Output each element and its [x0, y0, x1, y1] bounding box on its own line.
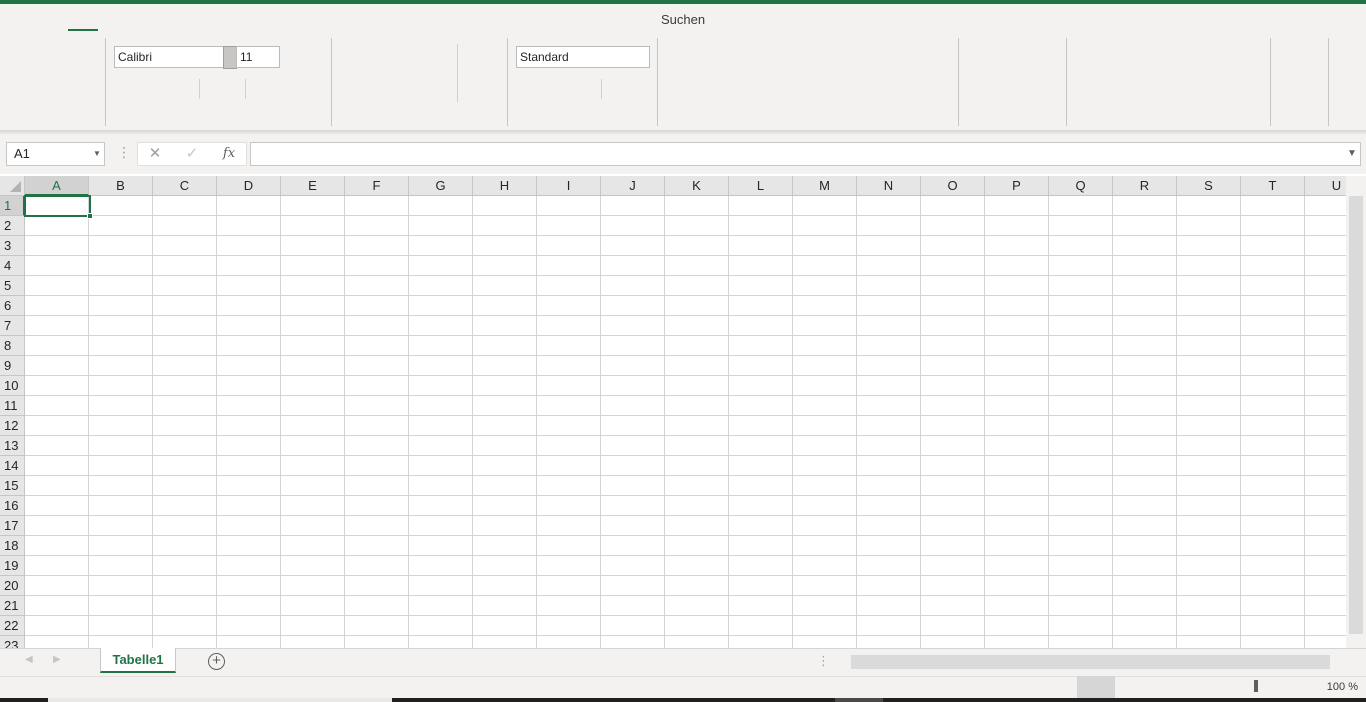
row-header-11[interactable]: 11 [0, 396, 25, 416]
search-box[interactable]: Suchen [0, 12, 1366, 27]
row-header-3[interactable]: 3 [0, 236, 25, 256]
column-header-p[interactable]: P [985, 176, 1049, 196]
active-ribbon-tab-indicator[interactable] [68, 29, 98, 31]
chevron-down-icon[interactable]: ▼ [1345, 142, 1359, 166]
row-header-14[interactable]: 14 [0, 456, 25, 476]
ribbon-separator [199, 79, 200, 99]
ribbon-separator [331, 38, 332, 126]
formula-input[interactable] [250, 142, 1361, 166]
row-header-16[interactable]: 16 [0, 496, 25, 516]
row-header-15[interactable]: 15 [0, 476, 25, 496]
ribbon-separator [657, 38, 658, 126]
cancel-icon[interactable]: ✕ [146, 143, 164, 165]
worksheet-grid[interactable]: ABCDEFGHIJKLMNOPQRSTU 1 2 3 4 5 6 7 8 9 10 11 12 13 1… [0, 176, 1346, 648]
column-header-d[interactable]: D [217, 176, 281, 196]
enter-icon[interactable]: ✓ [183, 143, 201, 165]
column-header-u[interactable]: U [1305, 176, 1346, 196]
ribbon-separator [958, 38, 959, 126]
column-header-t[interactable]: T [1241, 176, 1305, 196]
row-header-23[interactable]: 23 [0, 636, 25, 648]
select-all-button[interactable] [0, 176, 25, 196]
column-header-n[interactable]: N [857, 176, 921, 196]
ribbon-separator [1328, 38, 1329, 126]
taskbar-item[interactable] [48, 698, 392, 702]
horizontal-scrollbar-thumb[interactable] [851, 655, 1330, 669]
ribbon-separator [601, 79, 602, 99]
add-sheet-icon[interactable]: + [208, 653, 225, 670]
row-header-5[interactable]: 5 [0, 276, 25, 296]
column-header-r[interactable]: R [1113, 176, 1177, 196]
column-header-i[interactable]: I [537, 176, 601, 196]
vertical-scrollbar-thumb[interactable] [1349, 196, 1363, 634]
ribbon-separator [1270, 38, 1271, 126]
column-header-f[interactable]: F [345, 176, 409, 196]
ribbon-separator [105, 38, 106, 126]
row-header-13[interactable]: 13 [0, 436, 25, 456]
font-size-select[interactable]: 11 [236, 46, 280, 68]
column-header-a[interactable]: A [25, 176, 89, 196]
chevron-right-icon[interactable]: ▶ [53, 654, 61, 665]
ribbon-separator [1066, 38, 1067, 126]
column-header-s[interactable]: S [1177, 176, 1241, 196]
active-cell[interactable] [24, 195, 91, 217]
font-name-select[interactable]: Calibri [114, 46, 224, 68]
ribbon-separator [507, 38, 508, 126]
row-header-6[interactable]: 6 [0, 296, 25, 316]
cell-area[interactable] [25, 196, 1346, 648]
ribbon-separator [457, 44, 458, 102]
select-all-icon [10, 181, 21, 192]
row-header-7[interactable]: 7 [0, 316, 25, 336]
row-header-9[interactable]: 9 [0, 356, 25, 376]
column-header-c[interactable]: C [153, 176, 217, 196]
chevron-left-icon[interactable]: ◀ [25, 654, 33, 665]
insert-function-icon[interactable]: fx [220, 143, 238, 165]
row-header-8[interactable]: 8 [0, 336, 25, 356]
column-header-q[interactable]: Q [1049, 176, 1113, 196]
zoom-slider-thumb[interactable] [1254, 680, 1258, 692]
row-header-1[interactable]: 1 [0, 196, 25, 216]
zoom-level[interactable]: 100 % [1310, 676, 1358, 698]
column-header-k[interactable]: K [665, 176, 729, 196]
column-header-b[interactable]: B [89, 176, 153, 196]
row-header-2[interactable]: 2 [0, 216, 25, 236]
status-bar [0, 676, 1366, 698]
more-icon[interactable]: ⋮ [117, 144, 131, 161]
chevron-down-icon[interactable]: ▼ [91, 142, 103, 166]
column-header-m[interactable]: M [793, 176, 857, 196]
row-header-19[interactable]: 19 [0, 556, 25, 576]
row-header-10[interactable]: 10 [0, 376, 25, 396]
column-header-l[interactable]: L [729, 176, 793, 196]
fill-handle[interactable] [87, 213, 93, 219]
column-header-o[interactable]: O [921, 176, 985, 196]
row-header-12[interactable]: 12 [0, 416, 25, 436]
more-icon[interactable]: ⋮ [817, 653, 830, 669]
row-header-22[interactable]: 22 [0, 616, 25, 636]
sheet-tab-tabelle1[interactable]: Tabelle1 [100, 648, 176, 673]
font-name-dropdown-button[interactable] [223, 46, 237, 69]
row-header-18[interactable]: 18 [0, 536, 25, 556]
row-header-17[interactable]: 17 [0, 516, 25, 536]
row-header-20[interactable]: 20 [0, 576, 25, 596]
column-header-e[interactable]: E [281, 176, 345, 196]
status-bar-view-button[interactable] [1077, 676, 1115, 698]
column-header-g[interactable]: G [409, 176, 473, 196]
column-header-h[interactable]: H [473, 176, 537, 196]
ribbon-separator [245, 79, 246, 99]
number-format-select[interactable]: Standard [516, 46, 650, 68]
row-header-21[interactable]: 21 [0, 596, 25, 616]
column-header-j[interactable]: J [601, 176, 665, 196]
taskbar-item[interactable] [835, 698, 883, 702]
column-headers: ABCDEFGHIJKLMNOPQRSTU [25, 176, 1346, 196]
row-header-4[interactable]: 4 [0, 256, 25, 276]
